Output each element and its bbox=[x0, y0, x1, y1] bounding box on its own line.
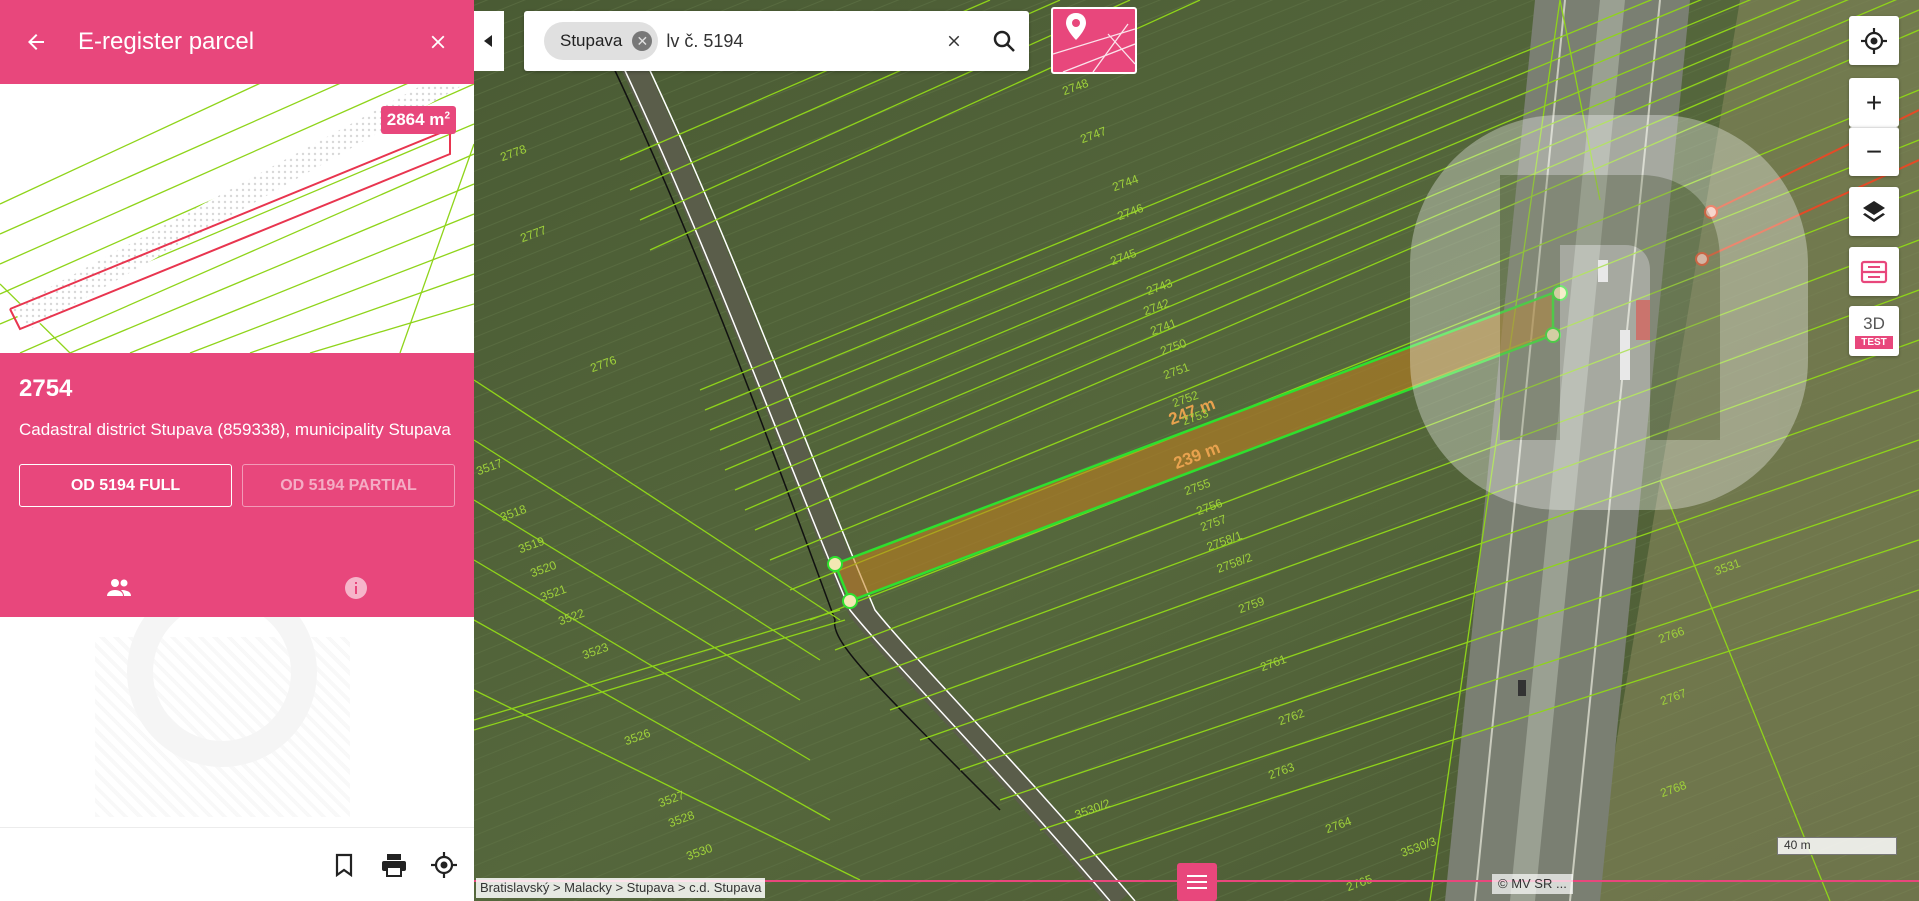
search-icon bbox=[993, 30, 1015, 52]
close-panel-button[interactable] bbox=[418, 31, 458, 53]
locate-parcel-button[interactable] bbox=[430, 851, 458, 879]
scale-bar: 40 m bbox=[1777, 837, 1897, 855]
copyright-notice[interactable]: © MV SR ... bbox=[1492, 874, 1573, 894]
chip-label: Stupava bbox=[560, 31, 623, 50]
area-badge: 2864 m2 bbox=[380, 106, 456, 134]
3d-button[interactable]: 3D TEST bbox=[1849, 306, 1899, 356]
location-chip[interactable]: Stupava ✕ bbox=[544, 22, 659, 60]
print-icon bbox=[382, 853, 406, 877]
location-breadcrumb: Bratislavský > Malacky > Stupava > c.d. … bbox=[476, 878, 766, 898]
menu-icon bbox=[1187, 875, 1207, 889]
vertex-handle[interactable] bbox=[842, 593, 858, 609]
map-pin-parcel-icon bbox=[1052, 13, 1136, 73]
crosshair-icon bbox=[1861, 27, 1887, 54]
menu-button[interactable] bbox=[1177, 863, 1217, 901]
parcel-info-icon bbox=[1860, 260, 1888, 283]
panel-footer bbox=[0, 827, 474, 901]
layers-icon bbox=[1863, 200, 1885, 222]
collapse-panel-button[interactable] bbox=[474, 11, 504, 71]
zoom-in-button[interactable]: + bbox=[1849, 78, 1899, 127]
panel-header: E-register parcel bbox=[0, 0, 474, 84]
od-full-button[interactable]: OD 5194 FULL bbox=[19, 464, 232, 507]
ownership-buttons: OD 5194 FULL OD 5194 PARTIAL bbox=[19, 464, 455, 507]
car bbox=[1518, 680, 1526, 696]
parcel-panel: E-register parcel 2864 m2 2754 Cadastral… bbox=[0, 0, 474, 901]
search-bar: Stupava ✕ lv č. 5194 bbox=[524, 11, 1029, 71]
vertex-handle[interactable] bbox=[827, 556, 843, 572]
parcel-number: 2754 bbox=[19, 375, 73, 402]
my-location-button[interactable] bbox=[1849, 16, 1899, 65]
parcel-info-button[interactable] bbox=[1849, 247, 1899, 296]
tab-owners[interactable] bbox=[0, 559, 237, 617]
people-icon bbox=[106, 579, 131, 596]
info-icon bbox=[344, 577, 367, 599]
panel-title: E-register parcel bbox=[78, 28, 255, 55]
parcel-description: Cadastral district Stupava (859338), mun… bbox=[19, 420, 451, 439]
bookmark-icon bbox=[335, 853, 353, 877]
test-badge: TEST bbox=[1855, 335, 1893, 349]
parcel-info: 2754 Cadastral district Stupava (859338)… bbox=[0, 353, 474, 617]
close-icon bbox=[948, 35, 960, 47]
print-button[interactable] bbox=[380, 851, 408, 879]
locate-icon bbox=[431, 851, 457, 878]
parcel-thumbnail[interactable]: 2864 m2 bbox=[0, 84, 474, 353]
parcel-mode-button[interactable] bbox=[1051, 7, 1137, 74]
bookmark-button[interactable] bbox=[330, 851, 358, 879]
panel-logo-area bbox=[0, 617, 474, 817]
area-unit-sup: 2 bbox=[444, 110, 450, 122]
layers-button[interactable] bbox=[1849, 187, 1899, 236]
panel-tabs bbox=[0, 559, 474, 617]
chevron-left-icon bbox=[484, 35, 492, 47]
search-input[interactable]: lv č. 5194 bbox=[666, 31, 929, 52]
od-partial-button[interactable]: OD 5194 PARTIAL bbox=[242, 464, 455, 507]
back-button[interactable] bbox=[24, 30, 64, 54]
tab-info[interactable] bbox=[237, 559, 474, 617]
3d-label: 3D bbox=[1863, 313, 1885, 333]
close-icon bbox=[431, 35, 445, 49]
arrow-left-icon bbox=[28, 34, 44, 50]
area-value: 2864 m bbox=[386, 110, 445, 129]
logo-watermark bbox=[1410, 115, 1808, 510]
search-button[interactable] bbox=[979, 11, 1029, 71]
clear-search-button[interactable] bbox=[929, 11, 979, 71]
zoom-out-button[interactable]: − bbox=[1849, 127, 1899, 176]
chip-remove-icon[interactable]: ✕ bbox=[632, 31, 653, 51]
